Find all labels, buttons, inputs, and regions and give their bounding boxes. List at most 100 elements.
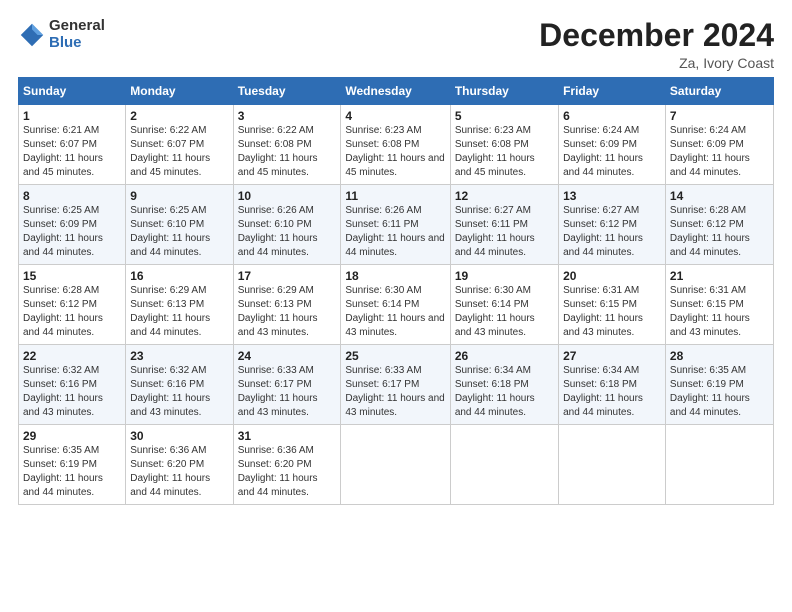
day-number: 4 [345, 109, 445, 123]
day-info: Sunrise: 6:33 AMSunset: 6:17 PMDaylight:… [345, 364, 445, 420]
day-number: 7 [670, 109, 769, 123]
day-info: Sunrise: 6:35 AMSunset: 6:19 PMDaylight:… [670, 364, 769, 420]
calendar-cell: 1 Sunrise: 6:21 AMSunset: 6:07 PMDayligh… [19, 105, 126, 185]
calendar-cell: 2 Sunrise: 6:22 AMSunset: 6:07 PMDayligh… [126, 105, 233, 185]
day-info: Sunrise: 6:24 AMSunset: 6:09 PMDaylight:… [670, 124, 769, 180]
calendar-cell: 13 Sunrise: 6:27 AMSunset: 6:12 PMDaylig… [559, 185, 666, 265]
calendar-cell: 26 Sunrise: 6:34 AMSunset: 6:18 PMDaylig… [450, 345, 558, 425]
weekday-header-thursday: Thursday [450, 78, 558, 105]
day-info: Sunrise: 6:30 AMSunset: 6:14 PMDaylight:… [455, 284, 554, 340]
day-info: Sunrise: 6:25 AMSunset: 6:09 PMDaylight:… [23, 204, 121, 260]
logo-icon [18, 21, 46, 49]
calendar-cell: 24 Sunrise: 6:33 AMSunset: 6:17 PMDaylig… [233, 345, 341, 425]
weekday-header-sunday: Sunday [19, 78, 126, 105]
day-info: Sunrise: 6:29 AMSunset: 6:13 PMDaylight:… [238, 284, 337, 340]
logo-general-text: General [49, 18, 105, 35]
calendar-cell [341, 425, 450, 505]
day-info: Sunrise: 6:28 AMSunset: 6:12 PMDaylight:… [670, 204, 769, 260]
day-number: 20 [563, 269, 661, 283]
weekday-header-row: SundayMondayTuesdayWednesdayThursdayFrid… [19, 78, 774, 105]
day-number: 2 [130, 109, 228, 123]
calendar-cell: 11 Sunrise: 6:26 AMSunset: 6:11 PMDaylig… [341, 185, 450, 265]
week-row-4: 22 Sunrise: 6:32 AMSunset: 6:16 PMDaylig… [19, 345, 774, 425]
day-info: Sunrise: 6:23 AMSunset: 6:08 PMDaylight:… [455, 124, 554, 180]
weekday-header-saturday: Saturday [665, 78, 773, 105]
logo: General Blue [18, 18, 105, 51]
day-number: 10 [238, 189, 337, 203]
day-number: 26 [455, 349, 554, 363]
day-info: Sunrise: 6:22 AMSunset: 6:08 PMDaylight:… [238, 124, 337, 180]
day-info: Sunrise: 6:27 AMSunset: 6:12 PMDaylight:… [563, 204, 661, 260]
calendar-cell [665, 425, 773, 505]
calendar-cell: 3 Sunrise: 6:22 AMSunset: 6:08 PMDayligh… [233, 105, 341, 185]
day-number: 30 [130, 429, 228, 443]
day-number: 22 [23, 349, 121, 363]
weekday-header-friday: Friday [559, 78, 666, 105]
header: General Blue December 2024 Za, Ivory Coa… [18, 18, 774, 71]
logo-blue-text: Blue [49, 35, 105, 52]
calendar-cell: 4 Sunrise: 6:23 AMSunset: 6:08 PMDayligh… [341, 105, 450, 185]
day-info: Sunrise: 6:35 AMSunset: 6:19 PMDaylight:… [23, 444, 121, 500]
weekday-header-monday: Monday [126, 78, 233, 105]
calendar-cell: 19 Sunrise: 6:30 AMSunset: 6:14 PMDaylig… [450, 265, 558, 345]
calendar-cell: 25 Sunrise: 6:33 AMSunset: 6:17 PMDaylig… [341, 345, 450, 425]
day-number: 15 [23, 269, 121, 283]
calendar-cell: 20 Sunrise: 6:31 AMSunset: 6:15 PMDaylig… [559, 265, 666, 345]
calendar-cell: 6 Sunrise: 6:24 AMSunset: 6:09 PMDayligh… [559, 105, 666, 185]
calendar-cell: 15 Sunrise: 6:28 AMSunset: 6:12 PMDaylig… [19, 265, 126, 345]
day-number: 14 [670, 189, 769, 203]
day-info: Sunrise: 6:24 AMSunset: 6:09 PMDaylight:… [563, 124, 661, 180]
calendar-cell: 23 Sunrise: 6:32 AMSunset: 6:16 PMDaylig… [126, 345, 233, 425]
week-row-5: 29 Sunrise: 6:35 AMSunset: 6:19 PMDaylig… [19, 425, 774, 505]
day-info: Sunrise: 6:31 AMSunset: 6:15 PMDaylight:… [670, 284, 769, 340]
calendar-cell: 7 Sunrise: 6:24 AMSunset: 6:09 PMDayligh… [665, 105, 773, 185]
day-number: 6 [563, 109, 661, 123]
day-info: Sunrise: 6:26 AMSunset: 6:11 PMDaylight:… [345, 204, 445, 260]
day-number: 5 [455, 109, 554, 123]
calendar-cell [450, 425, 558, 505]
week-row-3: 15 Sunrise: 6:28 AMSunset: 6:12 PMDaylig… [19, 265, 774, 345]
calendar-cell: 12 Sunrise: 6:27 AMSunset: 6:11 PMDaylig… [450, 185, 558, 265]
calendar-cell: 10 Sunrise: 6:26 AMSunset: 6:10 PMDaylig… [233, 185, 341, 265]
calendar-cell: 27 Sunrise: 6:34 AMSunset: 6:18 PMDaylig… [559, 345, 666, 425]
calendar-cell: 5 Sunrise: 6:23 AMSunset: 6:08 PMDayligh… [450, 105, 558, 185]
day-info: Sunrise: 6:29 AMSunset: 6:13 PMDaylight:… [130, 284, 228, 340]
calendar-cell: 17 Sunrise: 6:29 AMSunset: 6:13 PMDaylig… [233, 265, 341, 345]
day-info: Sunrise: 6:26 AMSunset: 6:10 PMDaylight:… [238, 204, 337, 260]
day-info: Sunrise: 6:23 AMSunset: 6:08 PMDaylight:… [345, 124, 445, 180]
day-number: 3 [238, 109, 337, 123]
calendar-cell: 31 Sunrise: 6:36 AMSunset: 6:20 PMDaylig… [233, 425, 341, 505]
calendar-cell: 8 Sunrise: 6:25 AMSunset: 6:09 PMDayligh… [19, 185, 126, 265]
day-number: 27 [563, 349, 661, 363]
week-row-1: 1 Sunrise: 6:21 AMSunset: 6:07 PMDayligh… [19, 105, 774, 185]
day-info: Sunrise: 6:25 AMSunset: 6:10 PMDaylight:… [130, 204, 228, 260]
logo-text: General Blue [49, 18, 105, 51]
calendar-cell: 28 Sunrise: 6:35 AMSunset: 6:19 PMDaylig… [665, 345, 773, 425]
page: General Blue December 2024 Za, Ivory Coa… [0, 0, 792, 612]
day-info: Sunrise: 6:34 AMSunset: 6:18 PMDaylight:… [563, 364, 661, 420]
month-title: December 2024 [539, 18, 774, 53]
day-number: 24 [238, 349, 337, 363]
week-row-2: 8 Sunrise: 6:25 AMSunset: 6:09 PMDayligh… [19, 185, 774, 265]
day-number: 9 [130, 189, 228, 203]
day-number: 19 [455, 269, 554, 283]
day-info: Sunrise: 6:22 AMSunset: 6:07 PMDaylight:… [130, 124, 228, 180]
calendar-cell: 29 Sunrise: 6:35 AMSunset: 6:19 PMDaylig… [19, 425, 126, 505]
day-number: 25 [345, 349, 445, 363]
calendar-cell: 18 Sunrise: 6:30 AMSunset: 6:14 PMDaylig… [341, 265, 450, 345]
calendar-table: SundayMondayTuesdayWednesdayThursdayFrid… [18, 77, 774, 505]
day-info: Sunrise: 6:36 AMSunset: 6:20 PMDaylight:… [238, 444, 337, 500]
day-info: Sunrise: 6:34 AMSunset: 6:18 PMDaylight:… [455, 364, 554, 420]
day-info: Sunrise: 6:28 AMSunset: 6:12 PMDaylight:… [23, 284, 121, 340]
day-info: Sunrise: 6:21 AMSunset: 6:07 PMDaylight:… [23, 124, 121, 180]
day-info: Sunrise: 6:31 AMSunset: 6:15 PMDaylight:… [563, 284, 661, 340]
day-number: 17 [238, 269, 337, 283]
day-info: Sunrise: 6:32 AMSunset: 6:16 PMDaylight:… [23, 364, 121, 420]
location: Za, Ivory Coast [539, 55, 774, 71]
day-number: 12 [455, 189, 554, 203]
day-info: Sunrise: 6:27 AMSunset: 6:11 PMDaylight:… [455, 204, 554, 260]
day-number: 21 [670, 269, 769, 283]
day-number: 13 [563, 189, 661, 203]
calendar-cell [559, 425, 666, 505]
day-info: Sunrise: 6:30 AMSunset: 6:14 PMDaylight:… [345, 284, 445, 340]
